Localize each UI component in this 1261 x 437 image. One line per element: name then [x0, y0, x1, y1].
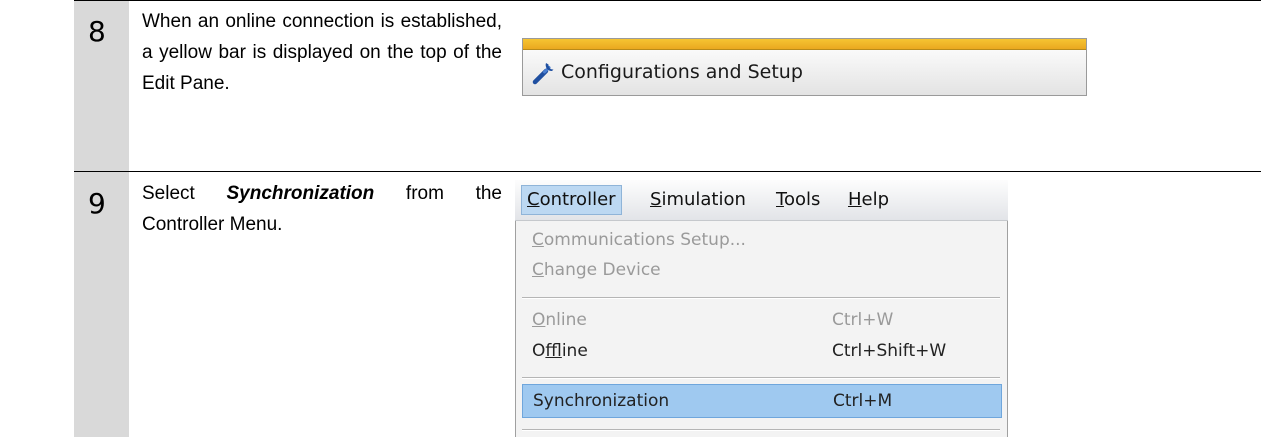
edit-pane-title: Configurations and Setup [561, 61, 803, 83]
step9-number: 9 [88, 187, 106, 220]
step9-text: Select Synchronization from the Controll… [142, 183, 502, 235]
menu-item-communications-setup[interactable]: Communications Setup... [522, 224, 1000, 256]
menu-item-online[interactable]: Online Ctrl+W [522, 304, 1000, 336]
menu-tools[interactable]: Tools [771, 186, 825, 214]
online-yellow-bar [523, 39, 1086, 50]
table-top-rule [74, 0, 1261, 1]
synchronization-emphasis: Synchronization [226, 183, 375, 204]
menu-simulation[interactable]: Simulation [645, 186, 751, 214]
menu-item-synchronization[interactable]: Synchronization Ctrl+M [522, 384, 1002, 418]
menu-separator [522, 429, 1000, 431]
menu-bar: Controller Simulation Tools Help [515, 180, 1008, 221]
menu-separator [522, 377, 1000, 379]
edit-pane-header: Configurations and Setup [522, 38, 1087, 96]
controller-menu-screenshot: Controller Simulation Tools Help Communi… [515, 180, 1008, 437]
menu-controller[interactable]: Controller [521, 185, 622, 215]
menu-separator [522, 297, 1000, 299]
menu-help[interactable]: Help [843, 186, 894, 214]
shortcut-synchronization: Ctrl+M [833, 391, 893, 411]
menu-item-offline[interactable]: Offline Ctrl+Shift+W [522, 335, 1000, 367]
shortcut-online: Ctrl+W [832, 310, 894, 330]
wrench-icon [532, 63, 554, 85]
step8-number: 8 [88, 15, 106, 48]
shortcut-offline: Ctrl+Shift+W [832, 341, 947, 361]
menu-item-change-device[interactable]: Change Device [522, 254, 1000, 286]
row-divider [74, 171, 1261, 172]
step8-text: When an online connection is established… [142, 11, 502, 94]
controller-dropdown: Communications Setup... Change Device On… [515, 221, 1008, 437]
